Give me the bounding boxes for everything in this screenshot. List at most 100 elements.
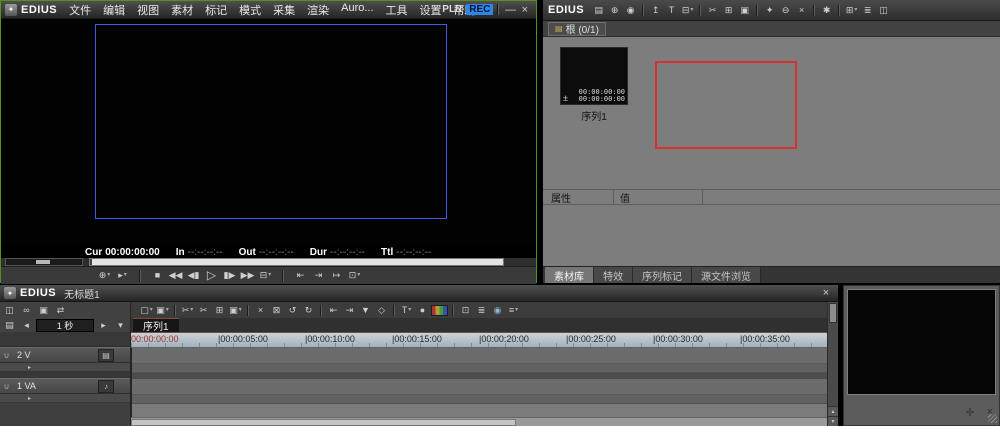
position-bar[interactable] bbox=[89, 258, 504, 266]
dropdown-arrow-icon[interactable]: ▾ bbox=[690, 4, 693, 17]
player-export-button[interactable]: ⊡ ▾ bbox=[347, 269, 362, 282]
tab-bin[interactable]: 素材库 bbox=[545, 267, 594, 283]
track-lane-1va[interactable] bbox=[131, 379, 827, 395]
display-mode-button[interactable]: ⊟ ▾ bbox=[258, 269, 273, 282]
menu-capture[interactable]: 采集 bbox=[267, 2, 301, 18]
dropdown-arrow-icon[interactable]: ▾ bbox=[150, 304, 153, 317]
properties-icon[interactable]: ✱ bbox=[819, 4, 834, 17]
copy-clip-icon[interactable]: ⊞ bbox=[212, 304, 227, 317]
menu-auro[interactable]: Auro... bbox=[335, 2, 379, 18]
menu-file[interactable]: 文件 bbox=[63, 2, 97, 18]
playback-cursor-button[interactable]: ▸ ▾ bbox=[115, 269, 130, 282]
tab-source-browser[interactable]: 源文件浏览 bbox=[692, 267, 761, 283]
create-title-icon[interactable]: T bbox=[664, 4, 679, 17]
folder-path[interactable]: ▤ 根 (0/1) bbox=[548, 21, 606, 36]
track-expander[interactable]: ▸ bbox=[0, 363, 130, 372]
ripple-delete-icon[interactable]: ⊠ bbox=[269, 304, 284, 317]
jog-slider[interactable] bbox=[5, 258, 83, 266]
options-icon[interactable]: ✛ bbox=[965, 406, 974, 419]
position-marker[interactable] bbox=[90, 259, 92, 265]
track-header-1va[interactable]: ∪ 1 VA ♪ bbox=[0, 378, 130, 394]
track-lane-1va-sub[interactable] bbox=[131, 395, 827, 404]
horizontal-scrollbar-thumb[interactable] bbox=[131, 419, 516, 426]
audio-output-icon[interactable]: ♪ bbox=[98, 379, 114, 393]
next-frame-button[interactable]: ▮▶ bbox=[222, 269, 237, 282]
menu-edit[interactable]: 编辑 bbox=[97, 2, 131, 18]
add-cut-point-icon[interactable]: ▼ bbox=[358, 304, 373, 317]
view-detail-icon[interactable]: ≣ bbox=[860, 4, 875, 17]
vertical-scrollbar[interactable]: ▴ ▾ bbox=[827, 302, 838, 426]
timeline-lanes[interactable] bbox=[131, 348, 827, 417]
send-to-timeline-icon[interactable]: ⊟ ▾ bbox=[680, 4, 695, 17]
timescale-value[interactable]: 1 秒 bbox=[36, 318, 94, 332]
minimize-button[interactable]: — bbox=[503, 4, 517, 16]
save-project-icon[interactable]: ▣ ▾ bbox=[155, 304, 170, 317]
fast-forward-button[interactable]: ▶▶ bbox=[240, 269, 255, 282]
paste-icon[interactable]: ▣ bbox=[737, 4, 752, 17]
pin-icon[interactable]: ✦ bbox=[762, 4, 777, 17]
menu-view[interactable]: 视图 bbox=[131, 2, 165, 18]
zoom-in-button[interactable]: ▸ bbox=[96, 319, 111, 332]
redo-icon[interactable]: ↻ bbox=[301, 304, 316, 317]
timeline-empty-area[interactable] bbox=[131, 404, 827, 417]
cut-icon[interactable]: ✂ bbox=[705, 4, 720, 17]
stop-button[interactable]: ■ bbox=[150, 269, 165, 282]
track-lane-2v-sub[interactable] bbox=[131, 364, 827, 373]
sequence-tab[interactable]: 序列1 bbox=[133, 318, 179, 333]
new-sequence-icon[interactable]: ▢ ▾ bbox=[139, 304, 154, 317]
jog-handle[interactable] bbox=[36, 260, 50, 264]
dropdown-arrow-icon[interactable]: ▾ bbox=[239, 304, 242, 317]
tab-effects[interactable]: 特效 bbox=[594, 267, 633, 283]
capture-record-icon[interactable]: ◉ bbox=[490, 304, 505, 317]
timeline-menu-icon[interactable]: ≡ ▾ bbox=[506, 304, 521, 317]
vertical-scrollbar-thumb[interactable] bbox=[829, 303, 837, 323]
previous-frame-button[interactable]: ◀▮ bbox=[186, 269, 201, 282]
clip-thumbnail[interactable]: ± 00:00:00:00 00:00:00:00 bbox=[560, 47, 628, 105]
export-icon[interactable]: ⊡ bbox=[458, 304, 473, 317]
voiceover-mic-icon[interactable]: ● bbox=[415, 304, 430, 317]
remove-icon[interactable]: ⊖ bbox=[778, 4, 793, 17]
timescale-preset-icon[interactable]: ▤ bbox=[2, 319, 17, 332]
property-column-header[interactable]: 属性 bbox=[543, 190, 614, 205]
sync-lock-icon[interactable]: ∞ bbox=[19, 304, 34, 317]
next-edit-point-button[interactable]: ↦ bbox=[329, 269, 344, 282]
menu-mode[interactable]: 模式 bbox=[233, 2, 267, 18]
menu-render[interactable]: 渲染 bbox=[301, 2, 335, 18]
dropdown-arrow-icon[interactable]: ▾ bbox=[854, 4, 857, 17]
set-out-icon[interactable]: ⇥ bbox=[342, 304, 357, 317]
rewind-button[interactable]: ◀◀ bbox=[168, 269, 183, 282]
folder-tree-icon[interactable]: ◫ bbox=[876, 4, 891, 17]
close-button[interactable]: × bbox=[818, 287, 834, 299]
goto-in-button[interactable]: ⇤ bbox=[293, 269, 308, 282]
bin-content-area[interactable]: ± 00:00:00:00 00:00:00:00 序列1 属性 值 bbox=[543, 37, 1000, 266]
menu-marker[interactable]: 标记 bbox=[199, 2, 233, 18]
rec-button[interactable]: REC bbox=[466, 4, 494, 15]
timeline-ruler[interactable]: 00:00:00:00 |00:00:05:00 |00:00:10:00 |00:0… bbox=[131, 332, 827, 348]
track-lock-icon[interactable]: ∪ bbox=[0, 351, 13, 360]
zoom-tool-button[interactable]: ⊕ ▾ bbox=[97, 269, 112, 282]
menu-clip[interactable]: 素材 bbox=[165, 2, 199, 18]
track-lane-2v[interactable] bbox=[131, 348, 827, 364]
goto-out-button[interactable]: ⇥ bbox=[311, 269, 326, 282]
camera-icon[interactable]: ▣ bbox=[36, 304, 51, 317]
delete-icon[interactable]: × bbox=[794, 4, 809, 17]
dropdown-arrow-icon[interactable]: ▾ bbox=[515, 304, 518, 317]
track-lock-icon[interactable]: ∪ bbox=[0, 382, 13, 391]
view-thumbnail-icon[interactable]: ⊞ ▾ bbox=[844, 4, 859, 17]
horizontal-scrollbar[interactable] bbox=[131, 417, 827, 426]
clip-item[interactable]: ± 00:00:00:00 00:00:00:00 序列1 bbox=[559, 47, 629, 123]
play-button[interactable]: ▷ bbox=[204, 269, 219, 282]
delete-clip-icon[interactable]: × bbox=[253, 304, 268, 317]
search-icon[interactable]: ⊕ bbox=[607, 4, 622, 17]
set-in-icon[interactable]: ⇤ bbox=[326, 304, 341, 317]
track-expander[interactable]: ▸ bbox=[0, 394, 130, 403]
track-header-2v[interactable]: ∪ 2 V ▤ bbox=[0, 347, 130, 363]
scroll-down-button[interactable]: ▾ bbox=[828, 416, 838, 426]
create-title-icon[interactable]: T ▾ bbox=[399, 304, 414, 317]
capture-icon[interactable]: ◉ bbox=[623, 4, 638, 17]
dropdown-arrow-icon[interactable]: ▾ bbox=[124, 269, 127, 282]
track-layout-icon[interactable]: ◫ bbox=[2, 304, 17, 317]
colorbar-icon[interactable]: ▦ bbox=[431, 304, 448, 316]
zoom-out-button[interactable]: ◂ bbox=[19, 319, 34, 332]
dropdown-arrow-icon[interactable]: ▾ bbox=[268, 269, 271, 282]
